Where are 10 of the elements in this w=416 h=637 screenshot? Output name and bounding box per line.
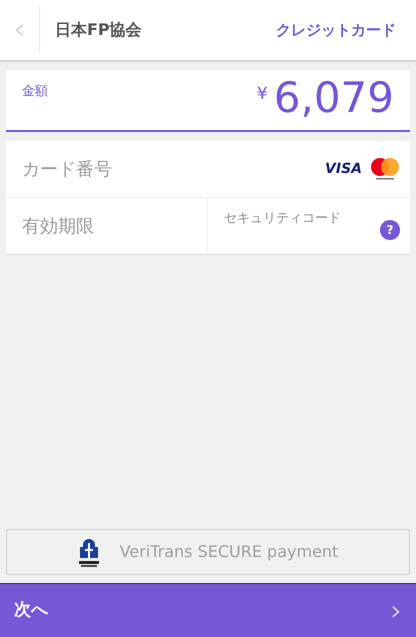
page-title: 日本FP協会	[55, 19, 142, 41]
amount-value: 6,079	[274, 72, 394, 124]
payment-method-label: クレジットカード	[276, 20, 396, 41]
next-button[interactable]: 次へ ›	[0, 583, 416, 637]
expiry-field[interactable]: 有効期限	[6, 198, 208, 255]
card-brand-logo: VISA	[325, 160, 362, 178]
currency-symbol: ¥	[256, 83, 268, 106]
amount-label: 金額	[22, 83, 48, 101]
secure-payment-label: VeriTrans SECURE payment	[120, 541, 338, 563]
mastercard-icon	[370, 157, 400, 181]
